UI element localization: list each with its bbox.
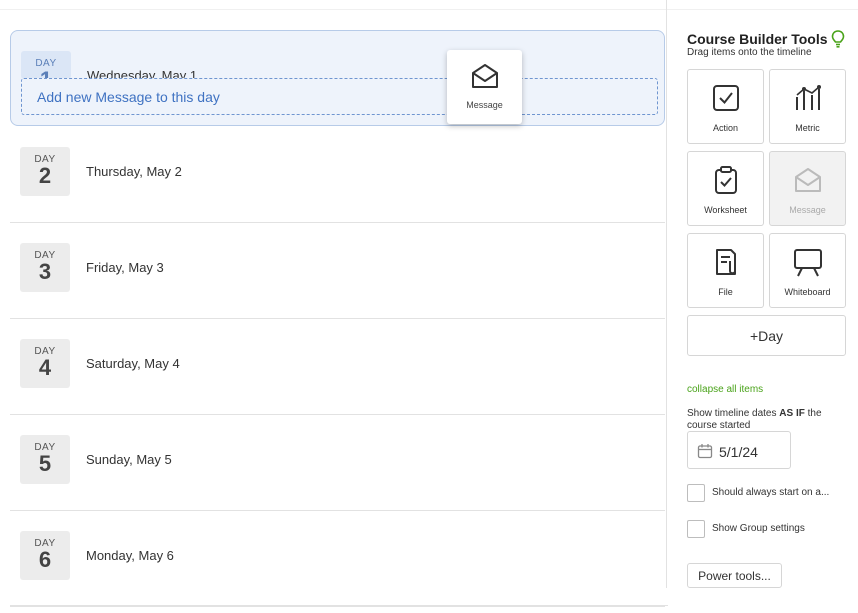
tool-label: Worksheet: [704, 205, 747, 215]
day-number: 4: [38, 355, 52, 380]
show-dates-label: Show timeline dates AS IF the course sta…: [687, 408, 837, 432]
course-builder-sidebar: Course Builder Tools Drag items onto the…: [666, 0, 858, 588]
day-badge: DAY 1: [21, 51, 71, 79]
lightbulb-icon[interactable]: [831, 30, 845, 48]
message-drop-zone[interactable]: Add new Message to this day: [21, 78, 658, 115]
day-number: 2: [38, 163, 52, 188]
start-date-input[interactable]: 5/1/24: [687, 431, 791, 469]
tool-label: Message: [789, 205, 826, 215]
whiteboard-icon: [793, 249, 822, 277]
day-row-3[interactable]: DAY 3 Friday, May 3: [10, 223, 665, 319]
tool-action[interactable]: Action: [687, 69, 764, 144]
tool-whiteboard[interactable]: Whiteboard: [769, 233, 846, 308]
tool-label: Metric: [795, 123, 820, 133]
day-row-5[interactable]: DAY 5 Sunday, May 5: [10, 415, 665, 511]
envelope-open-icon: [471, 64, 498, 88]
metric-chart-icon: [795, 85, 821, 110]
power-tools-button[interactable]: Power tools...: [687, 563, 782, 588]
drop-zone-label: Add new Message to this day: [37, 89, 220, 105]
day-date: Thursday, May 2: [86, 164, 182, 179]
tool-message[interactable]: Message: [769, 151, 846, 226]
day-date: Monday, May 6: [86, 548, 174, 563]
file-clip-icon: [715, 249, 736, 275]
bottom-divider: [10, 605, 668, 606]
checkbox-icon: [712, 85, 739, 111]
day-row-4[interactable]: DAY 4 Saturday, May 4: [10, 319, 665, 415]
dragging-message-card[interactable]: Message: [447, 50, 522, 124]
day-badge: DAY 3: [20, 243, 70, 292]
tool-metric[interactable]: Metric: [769, 69, 846, 144]
envelope-open-icon: [794, 168, 821, 192]
day-date: Wednesday, May 1: [87, 68, 198, 78]
sidebar-subtitle: Drag items onto the timeline: [687, 47, 812, 58]
day-date: Saturday, May 4: [86, 356, 180, 371]
tool-worksheet[interactable]: Worksheet: [687, 151, 764, 226]
add-day-button[interactable]: +Day: [687, 315, 846, 356]
tool-label: Action: [712, 123, 738, 133]
group-settings-checkbox[interactable]: [687, 520, 705, 538]
day-number: 5: [38, 451, 52, 476]
day-badge: DAY 2: [20, 147, 70, 196]
always-start-checkbox[interactable]: [687, 484, 705, 502]
day-badge: DAY 5: [20, 435, 70, 484]
always-start-label: Should always start on a...: [712, 487, 830, 498]
start-date-value: 5/1/24: [719, 444, 758, 460]
day-badge: DAY 6: [20, 531, 70, 580]
day-number: 3: [38, 259, 52, 284]
group-settings-label: Show Group settings: [712, 523, 805, 534]
day-date: Friday, May 3: [86, 260, 164, 275]
day-date: Sunday, May 5: [86, 452, 172, 467]
collapse-all-link[interactable]: collapse all items: [687, 384, 763, 395]
day-row-2[interactable]: DAY 2 Thursday, May 2: [10, 127, 665, 223]
day-number: 6: [38, 547, 52, 572]
show-dates-emphasis: AS IF: [779, 408, 805, 419]
day-badge: DAY 4: [20, 339, 70, 388]
show-dates-prefix: Show timeline dates: [687, 408, 780, 419]
clipboard-check-icon: [714, 166, 737, 194]
timeline: DAY 1 Wednesday, May 1 Add new Message t…: [0, 0, 668, 613]
day-row-1[interactable]: DAY 1 Wednesday, May 1 Add new Message t…: [10, 30, 665, 126]
tool-label: Whiteboard: [784, 287, 831, 297]
day-row-6[interactable]: DAY 6 Monday, May 6: [10, 511, 665, 607]
tool-label: File: [718, 287, 733, 297]
tool-file[interactable]: File: [687, 233, 764, 308]
sidebar-title: Course Builder Tools: [687, 31, 828, 47]
calendar-icon: [697, 444, 713, 459]
drag-card-label: Message: [466, 100, 503, 110]
